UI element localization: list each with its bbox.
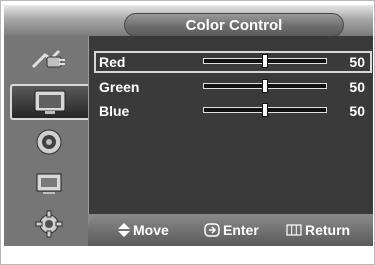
control-label-red: Red — [99, 54, 126, 70]
red-slider[interactable] — [203, 54, 327, 68]
hint-return-label: Return — [305, 222, 351, 238]
sidebar-item-sound[interactable] — [10, 124, 88, 160]
sidebar-item-screen[interactable] — [10, 166, 88, 202]
control-label-blue: Blue — [99, 103, 130, 119]
control-label-green: Green — [99, 79, 140, 95]
color-control-list: Red 50 Green 50 Blue 50 — [88, 36, 373, 214]
sidebar-item-picture[interactable] — [10, 84, 88, 120]
hint-move: Move — [118, 222, 169, 238]
return-menu-icon — [286, 224, 302, 236]
blue-slider-thumb[interactable] — [262, 103, 268, 117]
control-row-green[interactable]: Green 50 — [95, 77, 371, 97]
sidebar-item-setup[interactable] — [10, 206, 88, 242]
green-slider-thumb[interactable] — [262, 79, 268, 93]
menu-sidebar — [4, 36, 88, 246]
green-slider-fill — [204, 84, 265, 88]
red-slider-fill — [204, 59, 265, 63]
osd-frame: Color Control Red 50 Green 50 Blue 50 Mo… — [0, 0, 375, 265]
red-slider-thumb[interactable] — [262, 54, 268, 68]
antenna-plug-icon — [31, 49, 65, 69]
control-value-red: 50 — [349, 54, 365, 70]
green-slider[interactable] — [203, 79, 327, 93]
gear-setup-icon — [35, 210, 63, 238]
sidebar-item-input[interactable] — [10, 42, 88, 78]
screen-settings-icon — [36, 173, 62, 194]
menu-title: Color Control — [124, 13, 344, 37]
osd-menu-panel: Color Control Red 50 Green 50 Blue 50 Mo… — [4, 5, 373, 246]
hint-move-label: Move — [133, 222, 169, 238]
hint-return: Return — [286, 222, 350, 238]
control-value-green: 50 — [349, 79, 365, 95]
control-row-blue[interactable]: Blue 50 — [95, 101, 371, 121]
blue-slider-fill — [204, 108, 265, 112]
menu-footer-hints: Move Enter Return — [88, 214, 373, 246]
blue-slider[interactable] — [203, 103, 327, 117]
updown-arrow-icon — [118, 223, 130, 237]
control-value-blue: 50 — [349, 103, 365, 119]
hint-enter: Enter — [204, 222, 259, 238]
speaker-sound-icon — [36, 129, 62, 155]
tv-picture-icon — [34, 90, 66, 114]
control-row-red[interactable]: Red 50 — [94, 51, 372, 73]
menu-header-bar: Color Control — [4, 5, 373, 37]
hint-enter-label: Enter — [223, 222, 259, 238]
enter-arrow-icon — [204, 223, 220, 237]
